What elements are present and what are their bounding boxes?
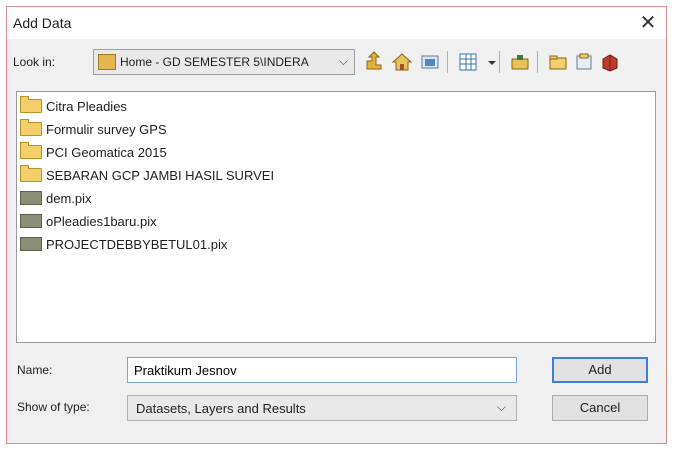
show-of-type-label: Show of type: [17,400,90,414]
folder-icon [20,119,42,136]
new-folder-icon[interactable] [547,51,569,73]
chevron-down-icon: ⌵ [496,400,506,414]
add-data-dialog: Add Data ✕ Look in: Home - GD SEMESTER 5… [6,6,667,444]
look-in-value: Home - GD SEMESTER 5\INDERA [120,55,309,69]
title-bar: Add Data ✕ [7,7,666,39]
toolbar-separator [499,51,500,73]
file-list[interactable]: Citra Pleadies Formulir survey GPS PCI G… [16,91,656,343]
raster-icon [20,214,42,228]
cancel-button[interactable]: Cancel [552,395,648,421]
list-item-label: PCI Geomatica 2015 [46,144,167,160]
list-item-label: Formulir survey GPS [46,121,167,137]
up-one-level-icon[interactable] [363,51,385,73]
toolbar-separator [537,51,538,73]
list-item[interactable]: dem.pix [20,188,92,208]
show-of-type-dropdown[interactable]: Datasets, Layers and Results ⌵ [127,395,517,421]
list-item[interactable]: Citra Pleadies [20,96,127,116]
chevron-down-icon: ⌵ [338,54,348,68]
look-in-dropdown[interactable]: Home - GD SEMESTER 5\INDERA ⌵ [93,49,355,75]
list-item-label: PROJECTDEBBYBETUL01.pix [46,236,228,252]
name-input[interactable] [127,357,517,383]
list-item[interactable]: PROJECTDEBBYBETUL01.pix [20,234,227,254]
home-icon[interactable] [391,51,413,73]
view-list-icon[interactable] [457,51,479,73]
look-in-label: Look in: [13,55,56,69]
raster-icon [20,191,42,205]
new-shapefile-icon[interactable] [573,51,595,73]
list-item-label: oPleadies1baru.pix [46,213,157,229]
folder-icon [20,165,42,182]
folder-icon [20,96,42,113]
list-item[interactable]: SEBARAN GCP JAMBI HASIL SURVEI [20,165,274,185]
dropdown-arrow-icon[interactable] [481,51,496,73]
show-of-type-value: Datasets, Layers and Results [136,401,306,416]
toolbar-separator [447,51,448,73]
dialog-title: Add Data [13,15,72,31]
list-item[interactable]: PCI Geomatica 2015 [20,142,167,162]
list-item-label: SEBARAN GCP JAMBI HASIL SURVEI [46,167,275,183]
list-item[interactable]: oPleadies1baru.pix [20,211,157,231]
go-to-catalog-icon[interactable] [509,51,531,73]
connect-folder-icon[interactable] [419,51,441,73]
list-item[interactable]: Formulir survey GPS [20,119,167,139]
list-item-label: dem.pix [46,190,92,206]
raster-icon [20,237,42,251]
list-item-label: Citra Pleadies [46,98,127,114]
add-button[interactable]: Add [552,357,648,383]
close-icon[interactable]: ✕ [636,11,660,35]
folder-icon [20,142,42,159]
new-geodatabase-icon[interactable] [599,51,621,73]
name-label: Name: [17,363,53,377]
home-folder-icon [98,54,116,70]
